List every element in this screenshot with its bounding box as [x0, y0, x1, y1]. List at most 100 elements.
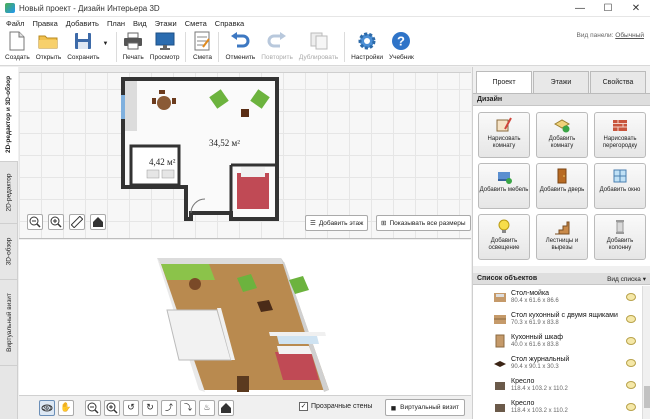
- undo-button[interactable]: Отменить: [222, 29, 258, 65]
- close-button[interactable]: ✕: [622, 0, 650, 17]
- door-icon: [553, 167, 571, 185]
- hand-button[interactable]: ✋: [58, 399, 74, 416]
- add-column-button[interactable]: Добавить колонну: [594, 214, 646, 260]
- visibility-icon[interactable]: [626, 315, 636, 323]
- svg-text:?: ?: [397, 34, 405, 49]
- visibility-icon[interactable]: [626, 359, 636, 367]
- tab-project[interactable]: Проект: [476, 71, 532, 93]
- transparent-walls-toggle[interactable]: ✓ Прозрачные стены: [299, 402, 372, 411]
- draw-partition-button[interactable]: Нарисовать перегородку: [594, 112, 646, 158]
- open-button[interactable]: Открыть: [33, 29, 65, 65]
- redo-button: Повторить: [258, 29, 296, 65]
- visibility-icon[interactable]: [626, 293, 636, 301]
- minimize-button[interactable]: —: [566, 0, 594, 17]
- menu-help[interactable]: Справка: [211, 19, 248, 28]
- preview-button[interactable]: Просмотр: [147, 29, 183, 65]
- zoom-out-icon: [87, 402, 99, 414]
- add-furniture-button[interactable]: Добавить мебель: [478, 163, 530, 209]
- settings-button[interactable]: Настройки: [348, 29, 386, 65]
- add-lighting-button[interactable]: Добавить освещение: [478, 214, 530, 260]
- list-item[interactable]: Стол журнальный 90.4 x 90.1 x 30.3: [473, 352, 650, 374]
- armchair-icon: [493, 400, 507, 414]
- tab-3d[interactable]: 3D-обзор: [0, 224, 18, 280]
- furniture-icon: [495, 167, 513, 185]
- plan-tools: [27, 214, 106, 230]
- right-panel: Проект Этажи Свойства Дизайн Нарисовать …: [472, 67, 650, 419]
- menu-file[interactable]: Файл: [2, 19, 28, 28]
- zoom-in-3d-button[interactable]: [104, 399, 120, 416]
- add-window-button[interactable]: Добавить окно: [594, 163, 646, 209]
- stairs-icon: [553, 218, 571, 236]
- list-item[interactable]: Кресло 118.4 x 103.2 x 110.2: [473, 374, 650, 396]
- tab-floors[interactable]: Этажи: [533, 71, 589, 93]
- home-button[interactable]: [90, 214, 106, 230]
- list-view-toggle[interactable]: Вид списка ▾: [607, 275, 646, 283]
- save-button[interactable]: Сохранить: [64, 29, 102, 65]
- view-3d-toolbar: 360 ✋ ↺ ↻ ⤴ ⤵ ♨ ✓ Прозрачные стены ■ Вир…: [19, 395, 471, 419]
- print-button[interactable]: Печать: [120, 29, 147, 65]
- model-3d[interactable]: [19, 240, 471, 395]
- rotate-left-icon: ↺: [127, 402, 135, 412]
- menu-estimate[interactable]: Смета: [181, 19, 211, 28]
- object-list-header: Список объектов Вид списка ▾: [473, 273, 650, 285]
- title-bar: Новый проект - Дизайн Интерьера 3D — ☐ ✕: [0, 0, 650, 17]
- measure-button[interactable]: [69, 214, 85, 230]
- list-item[interactable]: Стол-мойка 80.4 x 61.6 x 86.6: [473, 286, 650, 308]
- tilt-up-button[interactable]: ⤴: [161, 399, 177, 416]
- home-3d-button[interactable]: [218, 399, 234, 416]
- tab-2d-3d[interactable]: 2D-редактор и 3D-обзор: [0, 67, 18, 162]
- maximize-button[interactable]: ☐: [594, 0, 622, 17]
- zoom-out-button[interactable]: [27, 214, 43, 230]
- tab-properties[interactable]: Свойства: [590, 71, 646, 93]
- tab-2d[interactable]: 2D-редактор: [0, 162, 18, 224]
- panel-view-link[interactable]: Обычный: [615, 32, 644, 39]
- create-button[interactable]: Создать: [2, 29, 33, 65]
- add-door-button[interactable]: Добавить дверь: [536, 163, 588, 209]
- menu-add[interactable]: Добавить: [62, 19, 103, 28]
- coffee-table-icon: [493, 356, 507, 370]
- toolbar-separator: [115, 32, 117, 62]
- camera-icon: ■: [390, 402, 397, 413]
- scrollbar-thumb[interactable]: [644, 386, 650, 408]
- cabinet-icon: [493, 334, 507, 348]
- menu-edit[interactable]: Правка: [28, 19, 61, 28]
- visibility-icon[interactable]: [626, 403, 636, 411]
- visibility-icon[interactable]: [626, 337, 636, 345]
- folder-icon: [38, 31, 58, 51]
- estimate-button[interactable]: Смета: [189, 29, 215, 65]
- zoom-out-3d-button[interactable]: [85, 399, 101, 416]
- redo-icon: [267, 31, 287, 51]
- add-floor-button[interactable]: ☰ Добавить этаж: [305, 215, 369, 231]
- object-list-scrollbar[interactable]: [642, 286, 650, 419]
- plan-2d-canvas[interactable]: 34,52 м² 4,42 м² ☰ Добавить этаж ⊞ Показ…: [19, 67, 471, 239]
- tutorial-button[interactable]: ? Учебник: [386, 29, 417, 65]
- stairs-button[interactable]: Лестницы и вырезы: [536, 214, 588, 260]
- view-3d-canvas[interactable]: [19, 240, 471, 395]
- draw-room-button[interactable]: Нарисовать комнату: [478, 112, 530, 158]
- tab-virtual-visit[interactable]: Виртуальный визит: [0, 280, 18, 366]
- light-button[interactable]: ♨: [199, 399, 215, 416]
- hand-icon: ✋: [60, 402, 72, 412]
- list-item[interactable]: Кресло 118.4 x 103.2 x 110.2: [473, 396, 650, 418]
- menu-plan[interactable]: План: [103, 19, 129, 28]
- rotate-right-button[interactable]: ↻: [142, 399, 158, 416]
- menu-view[interactable]: Вид: [129, 19, 151, 28]
- save-dropdown-arrow[interactable]: ▼: [103, 41, 109, 47]
- zoom-in-button[interactable]: [48, 214, 64, 230]
- printer-icon: [123, 31, 143, 51]
- visibility-icon[interactable]: [626, 381, 636, 389]
- help-icon: ?: [391, 31, 411, 51]
- show-sizes-button[interactable]: ⊞ Показывать все размеры: [376, 215, 471, 231]
- undo-icon: [230, 31, 250, 51]
- list-item[interactable]: Кухонный шкаф 40.0 x 61.6 x 83.8: [473, 330, 650, 352]
- transparent-walls-checkbox[interactable]: ✓: [299, 402, 308, 411]
- tilt-down-button[interactable]: ⤵: [180, 399, 196, 416]
- virtual-visit-button[interactable]: ■ Виртуальный визит: [384, 399, 465, 416]
- rotate-left-button[interactable]: ↺: [123, 399, 139, 416]
- add-room-button[interactable]: Добавить комнату: [536, 112, 588, 158]
- rotate-360-button[interactable]: 360: [39, 399, 55, 416]
- zoom-in-icon: [50, 216, 62, 228]
- list-item[interactable]: Стол кухонный с двумя ящиками 70.3 x 61.9…: [473, 308, 650, 330]
- menu-floors[interactable]: Этажи: [151, 19, 181, 28]
- app-icon: [5, 3, 15, 13]
